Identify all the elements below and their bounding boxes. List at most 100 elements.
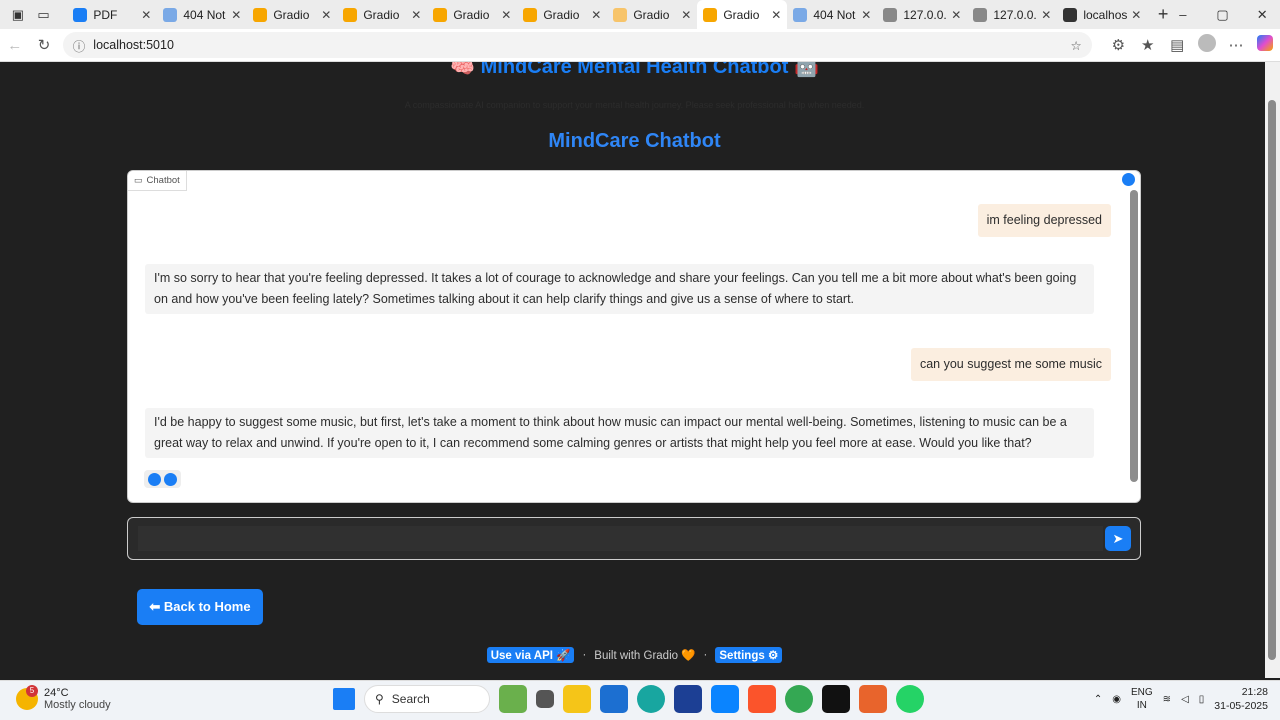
more-icon[interactable]: ⋯	[1221, 36, 1250, 54]
browser-tab[interactable]: Gradio ✕	[247, 0, 337, 29]
lang-line2: IN	[1136, 700, 1147, 711]
clock[interactable]: 21:28 31-05-2025	[1214, 685, 1268, 713]
tab-favicon-icon	[793, 7, 808, 22]
wifi-icon[interactable]: ≋	[1163, 694, 1171, 705]
bot-message: I'd be happy to suggest some music, but …	[145, 408, 1094, 458]
chevron-up-icon[interactable]: ⌃	[1094, 694, 1102, 705]
tab-favicon-icon	[703, 7, 718, 22]
xampp-icon[interactable]	[859, 685, 887, 713]
bot-message: I'm so sorry to hear that you're feeling…	[145, 264, 1094, 314]
clock-time: 21:28	[1241, 686, 1268, 698]
volume-icon[interactable]: ◁	[1181, 694, 1189, 705]
tab-label: Gradio	[273, 7, 310, 22]
language-indicator[interactable]: ENG IN	[1131, 686, 1153, 712]
settings-link[interactable]: Settings ⚙	[715, 647, 783, 663]
tab-close-icon[interactable]: ✕	[591, 8, 601, 22]
chatbot-label: ▭ Chatbot	[128, 171, 187, 191]
tab-favicon-icon	[163, 7, 178, 22]
message-input[interactable]	[138, 526, 1103, 551]
browser-tab[interactable]: 127.0.0.1 ✕	[877, 0, 967, 29]
copilot-icon[interactable]	[1251, 35, 1280, 55]
app-title: 🧠 MindCare Mental Health Chatbot 🤖	[450, 62, 819, 78]
lens-icon[interactable]	[674, 685, 702, 713]
browser-tab[interactable]: Gradio ✕	[517, 0, 607, 29]
profile-avatar[interactable]	[1192, 34, 1221, 56]
favorite-star-icon[interactable]: ☆	[1070, 38, 1081, 53]
network-app-icon[interactable]: ◉	[1112, 694, 1121, 705]
minimize-icon[interactable]: –	[1173, 4, 1193, 26]
workspaces-icon[interactable]: ▣	[8, 4, 28, 26]
whatsapp-icon[interactable]	[896, 685, 924, 713]
tab-close-icon[interactable]: ✕	[231, 8, 241, 22]
browser-tab[interactable]: PDF ✕	[67, 0, 157, 29]
back-icon[interactable]: ←	[0, 37, 29, 54]
tab-close-icon[interactable]: ✕	[411, 8, 421, 22]
browser-tab[interactable]: 404 Not ✕	[157, 0, 247, 29]
tab-favicon-icon	[883, 7, 898, 22]
collections-icon[interactable]: ▤	[1162, 36, 1191, 54]
store-icon[interactable]	[600, 685, 628, 713]
browser-tab-bar: ▣ ▭ PDF ✕ 404 Not ✕ Gradio ✕ Gradio ✕ Gradio ✕ Gra…	[0, 0, 1280, 29]
maximize-icon[interactable]: ▢	[1213, 4, 1233, 26]
start-icon[interactable]	[333, 688, 355, 710]
browser-tab[interactable]: Gradio ✕	[337, 0, 427, 29]
tab-close-icon[interactable]: ✕	[861, 8, 871, 22]
battery-icon[interactable]: ▯	[1199, 694, 1205, 705]
widgets-app-icon[interactable]	[499, 685, 527, 713]
browser-tab[interactable]: 404 Not ✕	[787, 0, 877, 29]
page-scrollbar[interactable]	[1265, 62, 1280, 678]
tab-label: Gradio	[363, 7, 400, 22]
tab-close-icon[interactable]: ✕	[681, 8, 691, 22]
file-explorer-icon[interactable]	[563, 685, 591, 713]
lang-line1: ENG	[1131, 687, 1153, 698]
tab-label: Gradio	[543, 7, 580, 22]
tab-label: Gradio	[453, 7, 490, 22]
browser-tab[interactable]: localhost ✕	[1057, 0, 1147, 29]
tab-close-icon[interactable]: ✕	[141, 8, 151, 22]
undo-icon[interactable]	[164, 472, 177, 486]
tab-close-icon[interactable]: ✕	[501, 8, 511, 22]
task-view-icon[interactable]	[536, 690, 554, 708]
app-icon-blue[interactable]	[711, 685, 739, 713]
tab-close-icon[interactable]: ✕	[1041, 8, 1051, 22]
tab-close-icon[interactable]: ✕	[771, 8, 781, 22]
tab-close-icon[interactable]: ✕	[951, 8, 961, 22]
taskbar-search[interactable]: ⚲ Search	[364, 685, 490, 713]
url-field[interactable]: ⓘ localhost:5010 ☆	[62, 32, 1092, 58]
user-message: can you suggest me some music	[910, 348, 1111, 381]
retry-icon[interactable]	[148, 472, 161, 486]
tab-close-icon[interactable]: ✕	[1131, 8, 1141, 22]
system-tray: ⌃ ◉ ENG IN ≋ ◁ ▯ 21:28 31-05-2025	[1094, 685, 1268, 713]
windows-taskbar: 5 24°C Mostly cloudy ⚲ Search ⌃ ◉ ENG IN	[0, 680, 1280, 720]
use-via-api-link[interactable]: Use via API 🚀	[486, 647, 575, 663]
terminal-icon[interactable]	[822, 685, 850, 713]
footer-separator: ·	[582, 649, 587, 661]
extensions-icon[interactable]: ⚙	[1104, 36, 1133, 54]
refresh-icon[interactable]: ↻	[29, 36, 58, 54]
browser-tab[interactable]: Gradio ✕	[607, 0, 697, 29]
brave-icon[interactable]	[748, 685, 776, 713]
weather-badge: 5	[26, 685, 38, 697]
tab-actions-icon[interactable]: ▭	[34, 4, 54, 26]
tab-close-icon[interactable]: ✕	[321, 8, 331, 22]
tab-label: PDF	[93, 7, 118, 22]
browser-tab[interactable]: Gradio ✕	[427, 0, 517, 29]
built-with-gradio-link[interactable]: Built with Gradio 🧡	[594, 648, 695, 662]
send-button[interactable]: ➤	[1105, 526, 1131, 551]
favorites-icon[interactable]: ★	[1133, 36, 1162, 54]
weather-icon: 5	[16, 685, 38, 710]
chat-icon: ▭	[134, 175, 143, 185]
tab-favicon-icon	[253, 7, 268, 22]
trash-icon[interactable]	[1122, 173, 1135, 186]
back-to-home-button[interactable]: ⬅ Back to Home	[137, 589, 263, 625]
chat-scrollbar[interactable]	[1128, 186, 1140, 502]
message-actions	[144, 470, 181, 488]
browser-tab[interactable]: Gradio ✕	[697, 0, 788, 29]
weather-widget[interactable]: 5 24°C Mostly cloudy	[16, 685, 111, 711]
chat-heading: MindCare Chatbot	[548, 130, 721, 152]
edge-icon[interactable]	[637, 685, 665, 713]
browser-tab[interactable]: 127.0.0.1 ✕	[967, 0, 1057, 29]
close-window-icon[interactable]: ✕	[1252, 4, 1272, 26]
chrome-icon[interactable]	[785, 685, 813, 713]
new-tab-icon[interactable]: +	[1153, 4, 1173, 26]
